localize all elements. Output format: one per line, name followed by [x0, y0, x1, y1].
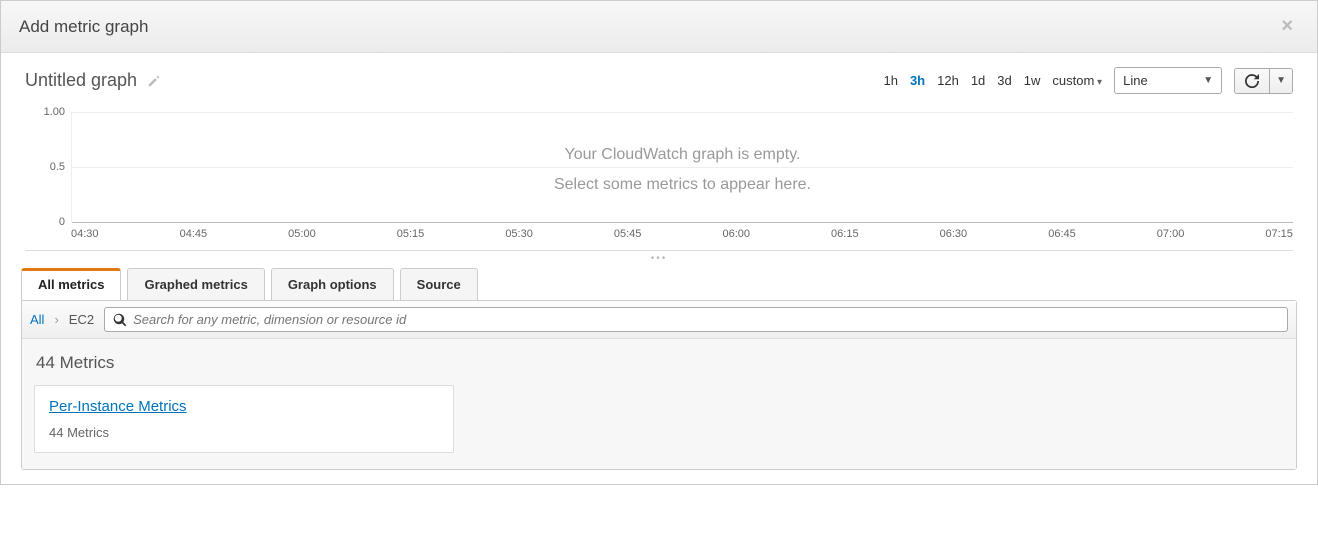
graph-controls-row: Untitled graph 1h 3h 12h 1d 3d 1w custom… [1, 53, 1317, 102]
tab-panel: All › EC2 44 Metrics Per-Instance Metric… [21, 300, 1297, 470]
tab-source[interactable]: Source [400, 268, 478, 300]
time-range-3h[interactable]: 3h [910, 73, 925, 88]
metrics-count-label: 44 Metrics [36, 353, 1284, 373]
time-range-1d[interactable]: 1d [971, 73, 985, 88]
y-tick: 0 [25, 216, 65, 228]
x-tick: 06:00 [722, 228, 750, 240]
resize-handle[interactable]: ••• [1, 251, 1317, 266]
x-tick: 04:45 [180, 228, 208, 240]
time-range-12h[interactable]: 12h [937, 73, 959, 88]
modal-add-metric-graph: Add metric graph × Untitled graph 1h 3h … [0, 0, 1318, 485]
metric-card[interactable]: Per-Instance Metrics 44 Metrics [34, 385, 454, 453]
chart-grid: Your CloudWatch graph is empty. Select s… [71, 112, 1293, 222]
chevron-down-icon: ▼ [1276, 75, 1286, 86]
chart-area: 1.00 0.5 0 Your CloudWatch graph is empt… [25, 112, 1293, 251]
refresh-button-group: ▼ [1234, 68, 1293, 94]
tabs: All metrics Graphed metrics Graph option… [1, 268, 1317, 300]
x-tick: 05:15 [397, 228, 425, 240]
x-tick: 05:00 [288, 228, 316, 240]
x-tick: 06:45 [1048, 228, 1076, 240]
graph-title: Untitled graph [25, 70, 137, 91]
time-range-picker: 1h 3h 12h 1d 3d 1w custom [883, 73, 1102, 88]
x-tick: 07:15 [1265, 228, 1293, 240]
y-tick: 0.5 [25, 161, 65, 173]
tab-graphed-metrics[interactable]: Graphed metrics [127, 268, 264, 300]
x-axis: 04:30 04:45 05:00 05:15 05:30 05:45 06:0… [71, 222, 1293, 250]
empty-line-2: Select some metrics to appear here. [72, 170, 1293, 200]
right-controls: 1h 3h 12h 1d 3d 1w custom Line ▼ ▼ [883, 67, 1293, 94]
search-box [104, 307, 1288, 332]
chart-type-select[interactable]: Line ▼ [1114, 67, 1222, 94]
empty-line-1: Your CloudWatch graph is empty. [72, 140, 1293, 170]
refresh-dropdown[interactable]: ▼ [1269, 69, 1292, 93]
refresh-icon [1245, 74, 1259, 88]
chart-type-value: Line [1123, 73, 1148, 88]
graph-title-group: Untitled graph [25, 70, 161, 91]
modal-header: Add metric graph × [1, 1, 1317, 53]
x-tick: 04:30 [71, 228, 99, 240]
chevron-down-icon: ▼ [1203, 75, 1213, 86]
edit-title-icon[interactable] [147, 74, 161, 88]
metric-card-subtitle: 44 Metrics [49, 425, 439, 440]
x-tick: 05:30 [505, 228, 533, 240]
search-row: All › EC2 [22, 301, 1296, 339]
time-range-1w[interactable]: 1w [1024, 73, 1041, 88]
refresh-button[interactable] [1235, 69, 1269, 93]
x-tick: 05:45 [614, 228, 642, 240]
modal-title: Add metric graph [19, 17, 148, 37]
tab-all-metrics[interactable]: All metrics [21, 268, 121, 300]
breadcrumb-separator-icon: › [54, 312, 58, 327]
x-tick: 07:00 [1157, 228, 1185, 240]
y-axis: 1.00 0.5 0 [25, 112, 65, 222]
tab-graph-options[interactable]: Graph options [271, 268, 394, 300]
search-input[interactable] [133, 312, 1279, 327]
x-tick: 06:15 [831, 228, 859, 240]
breadcrumb-root[interactable]: All [30, 312, 44, 327]
time-range-custom[interactable]: custom [1052, 73, 1102, 88]
close-icon[interactable]: × [1275, 15, 1299, 38]
metric-card-title[interactable]: Per-Instance Metrics [49, 398, 439, 415]
panel-body: 44 Metrics Per-Instance Metrics 44 Metri… [22, 339, 1296, 469]
time-range-3d[interactable]: 3d [997, 73, 1011, 88]
search-icon [113, 313, 127, 327]
y-tick: 1.00 [25, 106, 65, 118]
time-range-1h[interactable]: 1h [883, 73, 897, 88]
breadcrumb-current: EC2 [69, 312, 94, 327]
x-tick: 06:30 [940, 228, 968, 240]
empty-chart-message: Your CloudWatch graph is empty. Select s… [72, 140, 1293, 201]
